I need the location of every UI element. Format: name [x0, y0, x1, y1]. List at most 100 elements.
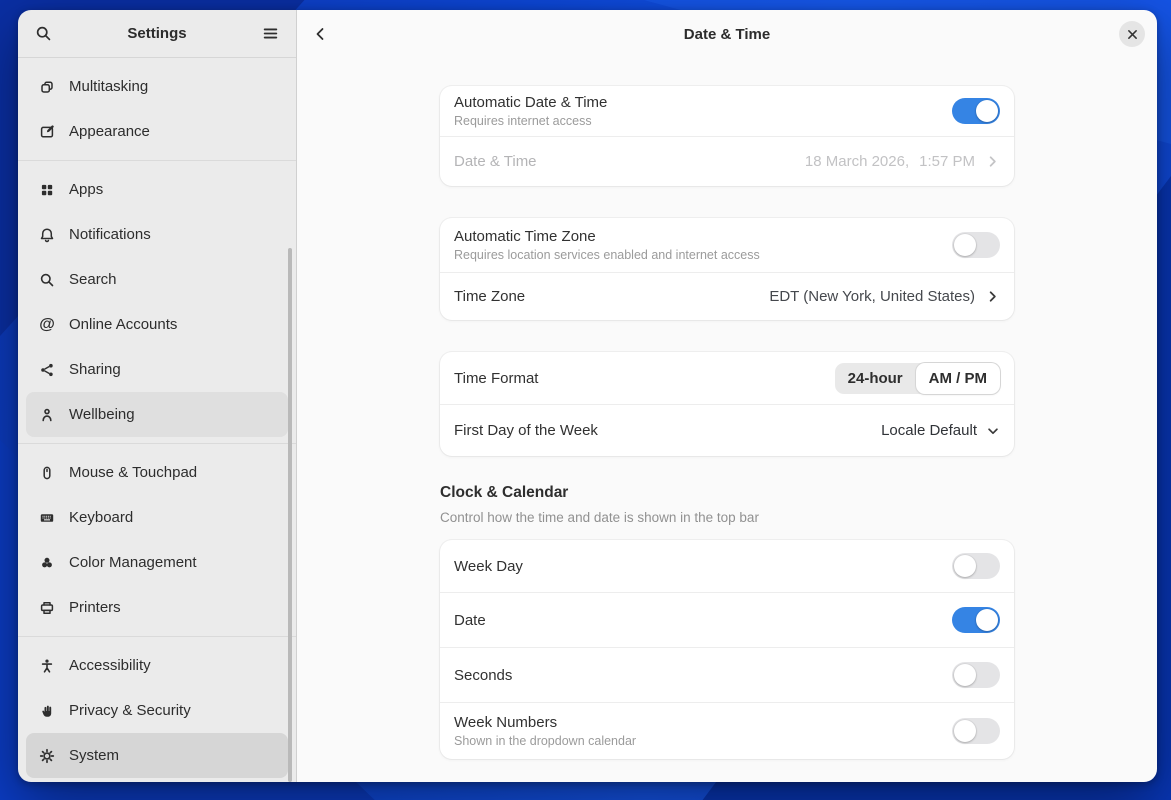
- sidebar-item-label: Appearance: [69, 123, 150, 140]
- clock-calendar-card: Week Day Date Seconds: [440, 540, 1014, 759]
- row-time-zone[interactable]: Time Zone EDT (New York, United States): [440, 272, 1014, 320]
- date-value: 18 March 2026,: [805, 153, 909, 170]
- row-week-day: Week Day: [440, 540, 1014, 592]
- toggle-knob: [954, 555, 976, 577]
- automatic-time-zone-toggle[interactable]: [952, 232, 1000, 258]
- close-button[interactable]: [1119, 21, 1145, 47]
- sidebar-item-sharing[interactable]: Sharing: [26, 347, 288, 392]
- menu-button[interactable]: [258, 21, 283, 46]
- page-title: Date & Time: [297, 26, 1157, 43]
- row-title: Date: [454, 612, 942, 629]
- dropdown-value: Locale Default: [881, 422, 977, 439]
- sidebar-item-label: Online Accounts: [69, 316, 177, 333]
- toggle-knob: [954, 664, 976, 686]
- sidebar-item-label: Privacy & Security: [69, 702, 191, 719]
- row-title: Week Day: [454, 558, 942, 575]
- row-title: Time Zone: [454, 288, 759, 305]
- row-time-format: Time Format 24-hour AM / PM: [440, 352, 1014, 404]
- automatic-date-time-toggle[interactable]: [952, 98, 1000, 124]
- sidebar-item-label: System: [69, 747, 119, 764]
- row-title: Date & Time: [454, 153, 795, 170]
- chevron-right-icon: [985, 154, 1000, 169]
- section-subtitle: Control how the time and date is shown i…: [440, 510, 1014, 525]
- format-card: Time Format 24-hour AM / PM First Day of…: [440, 352, 1014, 456]
- option-am-pm[interactable]: AM / PM: [916, 363, 1000, 394]
- row-date: Date: [440, 592, 1014, 647]
- date-time-card: Automatic Date & Time Requires internet …: [440, 86, 1014, 186]
- mouse-icon: [38, 465, 56, 481]
- date-time-page: Date & Time Automatic Date & Time Requir…: [297, 10, 1157, 782]
- sidebar-item-keyboard[interactable]: Keyboard: [26, 495, 288, 540]
- row-title: Week Numbers: [454, 714, 942, 731]
- sidebar-item-label: Printers: [69, 599, 121, 616]
- sidebar-item-apps[interactable]: Apps: [26, 167, 288, 212]
- clock-calendar-section: Clock & Calendar Control how the time an…: [440, 484, 1014, 525]
- bell-icon: [38, 227, 56, 243]
- sidebar-group: Accessibility Privacy & Security System: [18, 637, 296, 782]
- date-toggle[interactable]: [952, 607, 1000, 633]
- toggle-knob: [976, 609, 998, 631]
- toggle-knob: [954, 234, 976, 256]
- sidebar-item-notifications[interactable]: Notifications: [26, 212, 288, 257]
- color-circles-icon: [38, 555, 56, 571]
- back-button[interactable]: [309, 22, 333, 46]
- sidebar-item-system[interactable]: System: [26, 733, 288, 778]
- sidebar-item-online-accounts[interactable]: @ Online Accounts: [26, 302, 288, 347]
- sidebar-item-printers[interactable]: Printers: [26, 585, 288, 630]
- sidebar-item-label: Accessibility: [69, 657, 151, 674]
- at-symbol-icon: @: [38, 317, 56, 333]
- sidebar-item-label: Mouse & Touchpad: [69, 464, 197, 481]
- hand-icon: [38, 703, 56, 719]
- row-title: Time Format: [454, 370, 825, 387]
- week-day-toggle[interactable]: [952, 553, 1000, 579]
- sidebar-item-search[interactable]: Search: [26, 257, 288, 302]
- accessibility-icon: [38, 658, 56, 674]
- app-title: Settings: [56, 25, 258, 42]
- row-week-numbers: Week Numbers Shown in the dropdown calen…: [440, 702, 1014, 759]
- wellbeing-icon: [38, 407, 56, 423]
- time-zone-card: Automatic Time Zone Requires location se…: [440, 218, 1014, 320]
- row-title: Seconds: [454, 667, 942, 684]
- appearance-icon: [38, 124, 56, 140]
- settings-window: Settings Multitasking: [18, 10, 1157, 782]
- sidebar-item-privacy-security[interactable]: Privacy & Security: [26, 688, 288, 733]
- date-time-value: 18 March 2026, 1:57 PM: [805, 153, 975, 170]
- row-title: First Day of the Week: [454, 422, 871, 439]
- row-subtitle: Requires internet access: [454, 114, 942, 128]
- desktop-wallpaper: Settings Multitasking: [0, 0, 1171, 800]
- sidebar-item-multitasking[interactable]: Multitasking: [26, 64, 288, 109]
- sidebar-item-accessibility[interactable]: Accessibility: [26, 643, 288, 688]
- close-icon: [1126, 28, 1139, 41]
- week-numbers-toggle[interactable]: [952, 718, 1000, 744]
- sidebar-group: Multitasking Appearance: [18, 58, 296, 161]
- row-subtitle: Shown in the dropdown calendar: [454, 734, 942, 748]
- first-day-dropdown[interactable]: Locale Default: [881, 422, 1000, 439]
- sidebar-item-mouse-touchpad[interactable]: Mouse & Touchpad: [26, 450, 288, 495]
- hamburger-menu-icon: [262, 25, 279, 42]
- search-button[interactable]: [31, 21, 56, 46]
- row-title: Automatic Time Zone: [454, 228, 942, 245]
- chevron-right-icon: [985, 289, 1000, 304]
- row-automatic-time-zone: Automatic Time Zone Requires location se…: [440, 218, 1014, 272]
- sidebar-item-appearance[interactable]: Appearance: [26, 109, 288, 154]
- search-icon: [35, 25, 52, 42]
- row-date-time[interactable]: Date & Time 18 March 2026, 1:57 PM: [440, 136, 1014, 186]
- apps-grid-icon: [38, 182, 56, 198]
- page-content: Automatic Date & Time Requires internet …: [297, 58, 1157, 782]
- multitasking-icon: [38, 79, 56, 95]
- sidebar-group: Mouse & Touchpad Keyboard Color Manageme…: [18, 444, 296, 637]
- sidebar-item-label: Notifications: [69, 226, 151, 243]
- sidebar-header: Settings: [18, 10, 296, 58]
- sidebar-item-label: Apps: [69, 181, 103, 198]
- sidebar-item-label: Search: [69, 271, 117, 288]
- time-value: 1:57 PM: [919, 153, 975, 170]
- chevron-down-icon: [986, 424, 1000, 438]
- row-first-day-of-week[interactable]: First Day of the Week Locale Default: [440, 404, 1014, 456]
- sidebar-item-color-management[interactable]: Color Management: [26, 540, 288, 585]
- sidebar-group: Apps Notifications Search: [18, 161, 296, 444]
- sidebar-scrollbar[interactable]: [288, 248, 292, 782]
- option-24-hour[interactable]: 24-hour: [835, 363, 916, 394]
- seconds-toggle[interactable]: [952, 662, 1000, 688]
- sidebar-item-wellbeing[interactable]: Wellbeing: [26, 392, 288, 437]
- sidebar-item-label: Color Management: [69, 554, 197, 571]
